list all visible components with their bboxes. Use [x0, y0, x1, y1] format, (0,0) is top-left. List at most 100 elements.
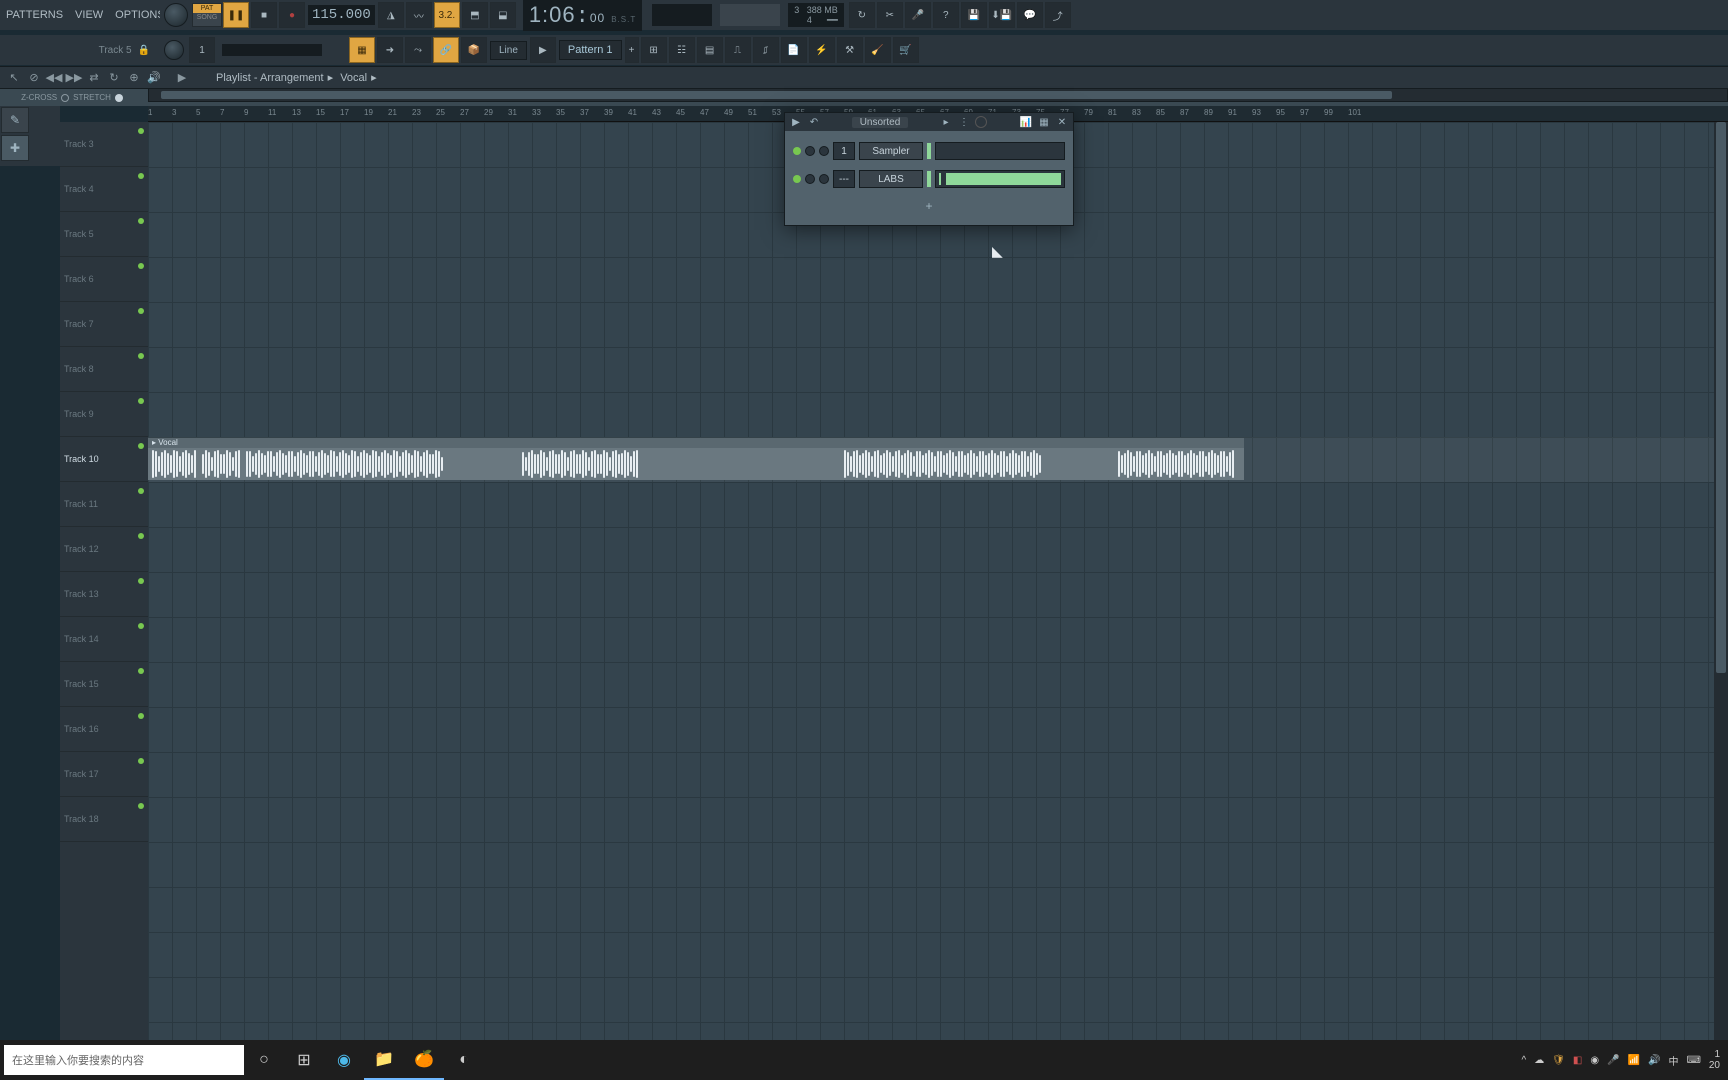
main-pitch-slider[interactable] [222, 44, 322, 56]
browser-icon[interactable]: 📦 [461, 37, 487, 63]
breadcrumb-clip[interactable]: Vocal [336, 72, 371, 84]
effects-icon[interactable]: ⚒ [837, 37, 863, 63]
cr-graph-icon[interactable]: 📊 [1019, 115, 1033, 129]
mic-icon[interactable]: 🎤 [905, 2, 931, 28]
channel-led[interactable] [793, 147, 801, 155]
cr-undo-icon[interactable]: ↶ [807, 115, 821, 129]
sliders-icon[interactable]: ⎍ [725, 37, 751, 63]
track-led[interactable] [138, 578, 144, 584]
clip-header[interactable]: ▸ Vocal [148, 438, 1244, 448]
zoom-icon[interactable]: ⊕ [126, 70, 142, 86]
tool-draw[interactable]: ✎ [1, 107, 29, 133]
taskbar-search[interactable]: 在这里输入你要搜索的内容 [4, 1045, 244, 1075]
channel-row[interactable]: 1Sampler [793, 139, 1065, 163]
tempo-display[interactable]: 115.000 [308, 5, 375, 25]
cr-play-icon[interactable]: ▶ [789, 115, 803, 129]
help-icon[interactable]: ? [933, 2, 959, 28]
tray-cloud-icon[interactable]: ☁ [1534, 1055, 1544, 1066]
track-led[interactable] [138, 353, 144, 359]
track-led[interactable] [138, 623, 144, 629]
speaker-icon[interactable]: 🔊 [146, 70, 162, 86]
plugin-picker-icon[interactable]: ⚡ [809, 37, 835, 63]
track-led[interactable] [138, 803, 144, 809]
cr-menu-icon[interactable]: ▸ [939, 115, 953, 129]
track-header[interactable]: Track 13 [60, 572, 148, 617]
tray-mic-icon[interactable]: 🎤 [1607, 1055, 1619, 1066]
track-header[interactable]: Track 4 [60, 167, 148, 212]
track-header[interactable]: Track 9 [60, 392, 148, 437]
eq-icon[interactable]: ⎎ [753, 37, 779, 63]
channel-rack-titlebar[interactable]: ▶ ↶ Unsorted ▸ ⋮ 📊 ▦ ✕ [785, 113, 1073, 131]
channel-mute[interactable] [805, 174, 815, 184]
track-led[interactable] [138, 758, 144, 764]
view-playlist-icon[interactable]: ▦ [349, 37, 375, 63]
loop-rec-icon[interactable]: ⬓ [490, 2, 516, 28]
track-header[interactable]: Track 8 [60, 347, 148, 392]
wait-input-icon[interactable]: 〰 [406, 2, 432, 28]
link-icon[interactable]: 🔗 [433, 37, 459, 63]
tray-volume-icon[interactable]: 🔊 [1648, 1055, 1660, 1066]
breadcrumb-root[interactable]: Playlist - Arrangement [212, 72, 328, 84]
metronome-icon[interactable]: ◮ [378, 2, 404, 28]
track-led[interactable] [138, 443, 144, 449]
tool-add-track[interactable]: ✚ [1, 135, 29, 161]
channel-steps[interactable] [935, 170, 1065, 188]
track-header[interactable]: Track 12 [60, 527, 148, 572]
snap-select[interactable]: Line [490, 41, 527, 60]
cortana-icon[interactable]: ○ [244, 1040, 284, 1080]
no-entry-icon[interactable]: ⊘ [26, 70, 42, 86]
track-led[interactable] [138, 533, 144, 539]
cloud-icon[interactable]: ⤴ [1045, 2, 1071, 28]
pat-song-switch[interactable]: PAT SONG [192, 3, 222, 27]
track-header[interactable]: Track 3 [60, 122, 148, 167]
export-icon[interactable]: ⬇💾 [989, 2, 1015, 28]
track-led[interactable] [138, 668, 144, 674]
playlist-hscroll[interactable] [148, 88, 1728, 102]
channel-number[interactable]: 1 [833, 142, 855, 160]
pause-button[interactable]: ❚❚ [223, 2, 249, 28]
track-header[interactable]: Track 18 [60, 797, 148, 842]
track-header[interactable]: Track 10 [60, 437, 148, 482]
cr-knob[interactable] [975, 116, 987, 128]
stop-button[interactable]: ■ [251, 2, 277, 28]
countdown-icon[interactable]: 3.2. [434, 2, 460, 28]
track-header[interactable]: Track 14 [60, 617, 148, 662]
swing-num[interactable]: 1 [189, 37, 215, 63]
view-piano-icon[interactable]: ⤳ [405, 37, 431, 63]
track-led[interactable] [138, 713, 144, 719]
taskview-icon[interactable]: ⊞ [284, 1040, 324, 1080]
skip-back-icon[interactable]: ◀◀ [46, 70, 62, 86]
broom-icon[interactable]: 🧹 [865, 37, 891, 63]
track-header[interactable]: Track 15 [60, 662, 148, 707]
track-led[interactable] [138, 398, 144, 404]
swap-icon[interactable]: ⇄ [86, 70, 102, 86]
tray-clock[interactable]: 1 20 [1709, 1049, 1720, 1071]
vscroll-thumb[interactable] [1716, 122, 1726, 673]
chat-icon[interactable]: 💬 [1017, 2, 1043, 28]
obs-icon[interactable]: ◐ [444, 1040, 484, 1080]
channel-solo[interactable] [819, 146, 829, 156]
undo-history-icon[interactable]: ↻ [849, 2, 875, 28]
tray-wifi-icon[interactable]: 📶 [1628, 1055, 1640, 1066]
pianoroll-icon[interactable]: ▤ [697, 37, 723, 63]
track-header[interactable]: Track 11 [60, 482, 148, 527]
cr-title[interactable]: Unsorted [852, 117, 909, 128]
channel-number[interactable]: --- [833, 170, 855, 188]
track-led[interactable] [138, 218, 144, 224]
channel-led[interactable] [793, 175, 801, 183]
channel-rack-panel[interactable]: ▶ ↶ Unsorted ▸ ⋮ 📊 ▦ ✕ 1Sampler---LABS+ [784, 112, 1074, 226]
track-led[interactable] [138, 488, 144, 494]
channel-name[interactable]: Sampler [859, 142, 923, 160]
playlist-vscroll[interactable] [1714, 122, 1728, 1040]
track-header[interactable]: Track 6 [60, 257, 148, 302]
hscroll-thumb[interactable] [161, 91, 1392, 99]
cut-icon[interactable]: ✂ [877, 2, 903, 28]
loop-icon[interactable]: ↻ [106, 70, 122, 86]
pattern-add-icon[interactable]: + [625, 37, 639, 63]
swing-knob[interactable] [164, 40, 184, 60]
cr-grid-icon[interactable]: ▦ [1037, 115, 1051, 129]
record-button[interactable]: ● [279, 2, 305, 28]
time-display[interactable]: 1:06:00 B.S.T [523, 0, 642, 31]
flstudio-icon[interactable]: 🍊 [404, 1040, 444, 1080]
track-header[interactable]: Track 17 [60, 752, 148, 797]
